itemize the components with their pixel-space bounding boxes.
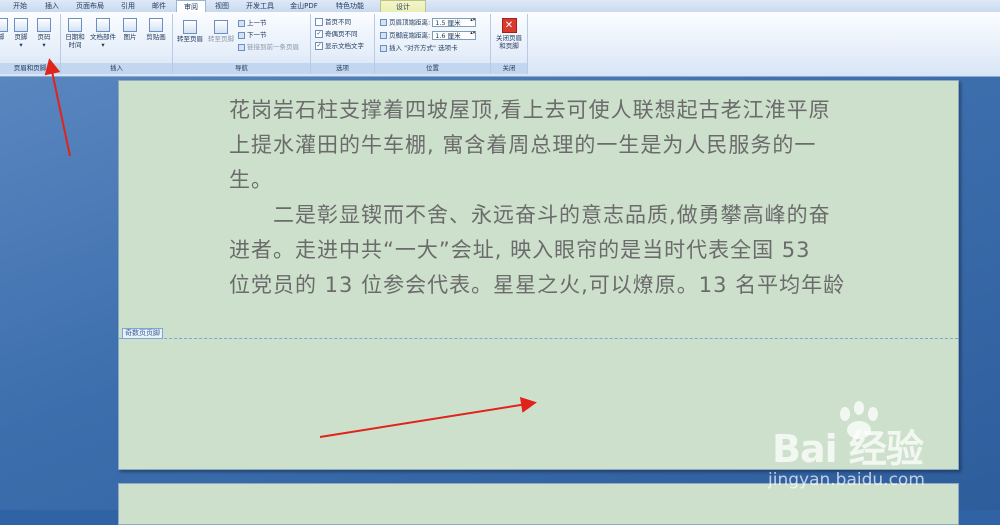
footer-distance-icon	[380, 32, 387, 39]
text-line: 进者。走进中共“一大”会址, 映入眼帘的是当时代表全国 53	[229, 238, 811, 262]
group-header-footer: 脚 页脚 ▾ 页码 ▾ 页眉和页脚	[0, 14, 61, 74]
page-number-button-label: 页码	[37, 33, 51, 41]
group-position: 页眉顶端距离:1.5 厘米 页脚底端距离:1.6 厘米 插入 "对齐方式" 选项…	[375, 14, 491, 74]
watermark-brand: Bai 经验	[772, 427, 924, 471]
show-document-text-checkbox[interactable]: ✓ 显示文档文字	[315, 42, 364, 51]
group-close: ✕ 关闭页眉 和页脚 关闭	[491, 14, 528, 74]
text-line: 二是彰显锲而不舍、永远奋斗的意志品质,做勇攀高峰的奋	[229, 203, 831, 227]
tab-mailings[interactable]: 邮件	[145, 0, 173, 12]
footer-button[interactable]: 页脚 ▾	[11, 18, 31, 49]
link-to-previous-label: 链接到前一条页眉	[247, 43, 299, 51]
next-section-icon	[238, 31, 245, 39]
next-section-label: 下一节	[247, 31, 267, 39]
picture-icon	[123, 18, 137, 32]
alignment-tab-icon	[380, 44, 387, 52]
different-first-page-label: 首页不同	[325, 18, 351, 26]
odd-page-footer-tag: 奇数页页脚	[122, 328, 163, 339]
footer-bottom-distance-label: 页脚底端距离:	[389, 31, 431, 40]
group-insert: 日期和 时间 文档部件 ▾ 图片 剪贴画 插入	[61, 14, 173, 74]
close-header-footer-label-2: 和页脚	[499, 42, 519, 50]
tab-special-features[interactable]: 特色功能	[328, 0, 372, 12]
goto-footer-label: 转至页脚	[208, 35, 234, 43]
text-line: 位党员的 13 位参会代表。星星之火,可以燎原。13 名平均年龄	[229, 273, 846, 297]
picture-label: 图片	[123, 33, 137, 41]
goto-footer-icon	[214, 20, 228, 34]
tab-developer[interactable]: 开发工具	[240, 0, 280, 12]
clip-art-label: 剪贴画	[146, 33, 166, 41]
insert-alignment-tab-label: 插入 "对齐方式" 选项卡	[389, 44, 458, 52]
goto-footer-button[interactable]: 转至页脚	[206, 20, 236, 43]
link-to-previous-button[interactable]: 链接到前一条页眉	[238, 43, 299, 52]
group-label-header-footer: 页眉和页脚	[0, 63, 60, 74]
group-options: 首页不同 ✓ 奇偶页不同 ✓ 显示文档文字 选项	[311, 14, 375, 74]
dropdown-arrow-icon: ▾	[42, 41, 46, 49]
clip-art-icon	[149, 18, 163, 32]
tab-home[interactable]: 开始	[6, 0, 34, 12]
baidu-watermark: Bai 经验 jingyan.baidu.com	[760, 400, 990, 500]
close-icon: ✕	[501, 18, 517, 33]
text-line: 上提水灌田的牛车棚, 寓含着周总理的一生是为人民服务的一	[229, 133, 817, 157]
header-button[interactable]: 脚	[0, 18, 8, 41]
previous-section-label: 上一节	[247, 19, 267, 27]
goto-header-button[interactable]: 转至页眉	[175, 20, 205, 43]
picture-button[interactable]: 图片	[120, 18, 140, 41]
group-label-options: 选项	[311, 63, 374, 74]
clip-art-button[interactable]: 剪贴画	[143, 18, 169, 41]
dropdown-arrow-icon: ▾	[19, 41, 23, 49]
next-section-button[interactable]: 下一节	[238, 31, 267, 40]
calendar-icon	[68, 18, 82, 32]
checkbox-checked-icon: ✓	[315, 42, 323, 50]
different-odd-even-checkbox[interactable]: ✓ 奇偶页不同	[315, 30, 358, 39]
date-time-label-1: 日期和	[65, 33, 85, 41]
page-number-icon	[37, 18, 51, 32]
tab-references[interactable]: 引用	[114, 0, 142, 12]
header-top-distance-label: 页眉顶端距离:	[389, 18, 431, 27]
previous-section-button[interactable]: 上一节	[238, 19, 267, 28]
insert-alignment-tab-button[interactable]: 插入 "对齐方式" 选项卡	[380, 44, 458, 53]
checkbox-checked-icon: ✓	[315, 30, 323, 38]
tab-insert[interactable]: 插入	[38, 0, 66, 12]
header-top-distance-input[interactable]: 1.5 厘米	[432, 18, 477, 27]
page-number-button[interactable]: 页码 ▾	[34, 18, 54, 49]
document-parts-button[interactable]: 文档部件 ▾	[88, 18, 118, 49]
footer-boundary-line	[119, 338, 958, 339]
text-line: 花岗岩石柱支撑着四坡屋顶,看上去可使人联想起古老江淮平原	[229, 98, 831, 122]
date-time-label-2: 时间	[68, 41, 82, 49]
goto-header-icon	[183, 20, 197, 34]
header-button-label: 脚	[0, 33, 5, 41]
link-icon	[238, 43, 245, 51]
group-label-position: 位置	[375, 63, 490, 74]
tab-kingsoft-pdf[interactable]: 金山PDF	[284, 0, 324, 12]
checkbox-unchecked-icon	[315, 18, 323, 26]
show-document-text-label: 显示文档文字	[325, 42, 364, 50]
group-label-close: 关闭	[491, 63, 527, 74]
document-parts-label: 文档部件	[90, 33, 116, 41]
different-odd-even-label: 奇偶页不同	[325, 30, 358, 38]
group-label-navigation: 导航	[173, 63, 310, 74]
footer-button-label: 页脚	[14, 33, 28, 41]
tab-page-layout[interactable]: 页面布局	[70, 0, 110, 12]
tab-view[interactable]: 视图	[208, 0, 236, 12]
close-header-footer-button[interactable]: ✕ 关闭页眉 和页脚	[493, 18, 525, 50]
watermark-url: jingyan.baidu.com	[768, 470, 925, 490]
group-label-insert: 插入	[61, 63, 172, 74]
document-parts-icon	[96, 18, 110, 32]
text-line: 生。	[229, 168, 273, 192]
body-text[interactable]: 花岗岩石柱支撑着四坡屋顶,看上去可使人联想起古老江淮平原 上提水灌田的牛车棚, …	[229, 93, 849, 303]
dropdown-arrow-icon: ▾	[101, 41, 105, 49]
previous-section-icon	[238, 19, 245, 27]
footer-icon	[14, 18, 28, 32]
header-icon	[0, 18, 8, 32]
goto-header-label: 转至页眉	[177, 35, 203, 43]
different-first-page-checkbox[interactable]: 首页不同	[315, 18, 351, 27]
header-top-distance-row: 页眉顶端距离: 1.5 厘米	[380, 18, 477, 27]
header-distance-icon	[380, 19, 387, 26]
date-time-button[interactable]: 日期和 时间	[64, 18, 86, 49]
footer-bottom-distance-input[interactable]: 1.6 厘米	[432, 31, 477, 40]
ribbon: 脚 页脚 ▾ 页码 ▾ 页眉和页脚 日期和 时间 文档部件 ▾ 图片 剪贴画 插…	[0, 12, 1000, 77]
group-navigation: 转至页眉 转至页脚 上一节 下一节 链接到前一条页眉 导航	[173, 14, 311, 74]
close-header-footer-label-1: 关闭页眉	[496, 34, 522, 42]
footer-bottom-distance-row: 页脚底端距离: 1.6 厘米	[380, 31, 477, 40]
